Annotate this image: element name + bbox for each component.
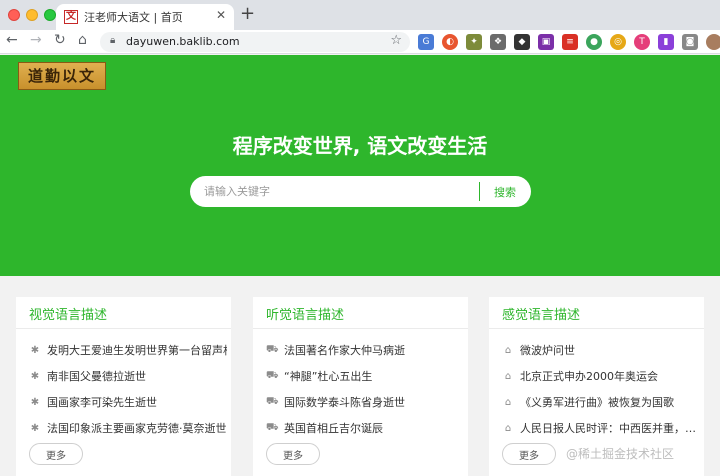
home-icon[interactable]: ⌂ [78, 32, 87, 48]
card-auditory-language: 听觉语言描述 ⛟ 法国著名作家大仲马病逝 ⛟ “神腿”杜心五出生 ⛟ 国际数学泰斗陈省… [253, 297, 468, 476]
address-bar[interactable]: 🔒︎ dayuwen.baklib.com ☆ [100, 32, 410, 52]
browser-tab[interactable]: 文 汪老师大语文 | 首页 ✕ [56, 4, 234, 30]
card-visual-language: 视觉语言描述 ✱ 发明大王爱迪生发明世界第一台留声机 ✱ 南非国父曼德拉逝世 ✱ 国画… [16, 297, 231, 476]
list-item[interactable]: ⌂ 北京正式申办2000年奥运会 [502, 363, 700, 389]
extension-icon[interactable]: ◐ [442, 34, 458, 50]
gear-icon: ✱ [30, 344, 40, 356]
gear-icon: ✱ [30, 422, 40, 434]
camera-icon[interactable]: ◙ [682, 34, 698, 50]
lock-icon: 🔒︎ [110, 35, 116, 46]
minimize-window-button[interactable] [26, 9, 38, 21]
extension-icon[interactable]: ▮ [658, 34, 674, 50]
extension-icon[interactable]: ≡ [562, 34, 578, 50]
extension-toolbar: G ◐ ✦ ❖ ◆ ▣ ≡ ● ◎ T ▮ ◙ ★ [418, 34, 720, 50]
hero-title: 程序改变世界, 语文改变生活 [232, 134, 488, 158]
close-window-button[interactable] [8, 9, 20, 21]
bookmark-star-icon[interactable]: ☆ [390, 33, 402, 48]
watermark-text: @稀土掘金技术社区 [566, 447, 675, 461]
bank-icon: ⌂ [504, 344, 512, 356]
car-icon: ⛟ [266, 395, 279, 407]
zoom-window-button[interactable] [44, 9, 56, 21]
card-divider [489, 328, 704, 329]
browser-tab-bar: 文 汪老师大语文 | 首页 ✕ + [0, 0, 720, 30]
car-icon: ⛟ [266, 343, 279, 355]
article-list: ⌂ 微波炉问世 ⌂ 北京正式申办2000年奥运会 ⌂ 《义勇军进行曲》被恢复为国歌 ⌂… [502, 337, 700, 441]
list-item[interactable]: ⛟ 英国首相丘吉尔诞辰 [266, 415, 464, 441]
card-title[interactable]: 视觉语言描述 [29, 304, 107, 323]
list-item[interactable]: ✱ 发明大王爱迪生发明世界第一台留声机 [29, 337, 227, 363]
extension-icon[interactable]: ❖ [490, 34, 506, 50]
site-favicon-icon: 文 [64, 10, 78, 24]
card-divider [253, 328, 468, 329]
more-button[interactable]: 更多 [502, 443, 556, 465]
url-text: dayuwen.baklib.com [126, 35, 240, 48]
search-box: 搜索 [190, 176, 531, 207]
more-button[interactable]: 更多 [266, 443, 320, 465]
list-item[interactable]: ⌂ 《义勇军进行曲》被恢复为国歌 [502, 389, 700, 415]
list-item[interactable]: ⛟ 法国著名作家大仲马病逝 [266, 337, 464, 363]
article-list: ⛟ 法国著名作家大仲马病逝 ⛟ “神腿”杜心五出生 ⛟ 国际数学泰斗陈省身逝世 ⛟ 英国… [266, 337, 464, 441]
list-item[interactable]: ⌂ 微波炉问世 [502, 337, 700, 363]
list-item[interactable]: ✱ 国画家李可染先生逝世 [29, 389, 227, 415]
tab-close-icon[interactable]: ✕ [216, 8, 226, 22]
extension-icon[interactable]: ◎ [610, 34, 626, 50]
hero-banner: 道勤以文 程序改变世界, 语文改变生活 搜索 [0, 55, 720, 276]
list-item[interactable]: ⛟ “神腿”杜心五出生 [266, 363, 464, 389]
extension-icon[interactable]: ● [586, 34, 602, 50]
tab-title: 汪老师大语文 | 首页 [84, 11, 183, 24]
gear-icon: ✱ [30, 396, 40, 408]
translate-extension-icon[interactable]: G [418, 34, 434, 50]
new-tab-icon[interactable]: + [240, 3, 255, 24]
more-button[interactable]: 更多 [29, 443, 83, 465]
site-logo[interactable]: 道勤以文 [18, 62, 106, 90]
list-item[interactable]: ⛟ 国际数学泰斗陈省身逝世 [266, 389, 464, 415]
card-title[interactable]: 听觉语言描述 [266, 304, 344, 323]
gear-icon: ✱ [30, 370, 40, 382]
extension-icon[interactable]: T [634, 34, 650, 50]
back-arrow-icon[interactable]: ← [6, 32, 18, 48]
extension-icon[interactable]: ▣ [538, 34, 554, 50]
avatar[interactable] [706, 34, 720, 50]
card-divider [16, 328, 231, 329]
car-icon: ⛟ [266, 421, 279, 433]
search-button[interactable]: 搜索 [482, 176, 528, 207]
bank-icon: ⌂ [504, 396, 512, 408]
article-list: ✱ 发明大王爱迪生发明世界第一台留声机 ✱ 南非国父曼德拉逝世 ✱ 国画家李可染先生逝… [29, 337, 227, 441]
bank-icon: ⌂ [504, 370, 512, 382]
card-title[interactable]: 感觉语言描述 [502, 304, 580, 323]
browser-toolbar: ← → ↻ ⌂ 🔒︎ dayuwen.baklib.com ☆ G ◐ ✦ ❖ … [0, 30, 720, 54]
extension-icon[interactable]: ◆ [514, 34, 530, 50]
search-divider [479, 182, 480, 201]
reload-icon[interactable]: ↻ [54, 32, 66, 48]
search-input[interactable] [204, 176, 474, 207]
list-item[interactable]: ✱ 南非国父曼德拉逝世 [29, 363, 227, 389]
bank-icon: ⌂ [504, 422, 512, 434]
car-icon: ⛟ [266, 369, 279, 381]
forward-arrow-icon[interactable]: → [30, 32, 42, 48]
extension-icon[interactable]: ✦ [466, 34, 482, 50]
list-item[interactable]: ⌂ 人民日报人民时评：中西医并重，… [502, 415, 700, 441]
list-item[interactable]: ✱ 法国印象派主要画家克劳德·莫奈逝世 [29, 415, 227, 441]
